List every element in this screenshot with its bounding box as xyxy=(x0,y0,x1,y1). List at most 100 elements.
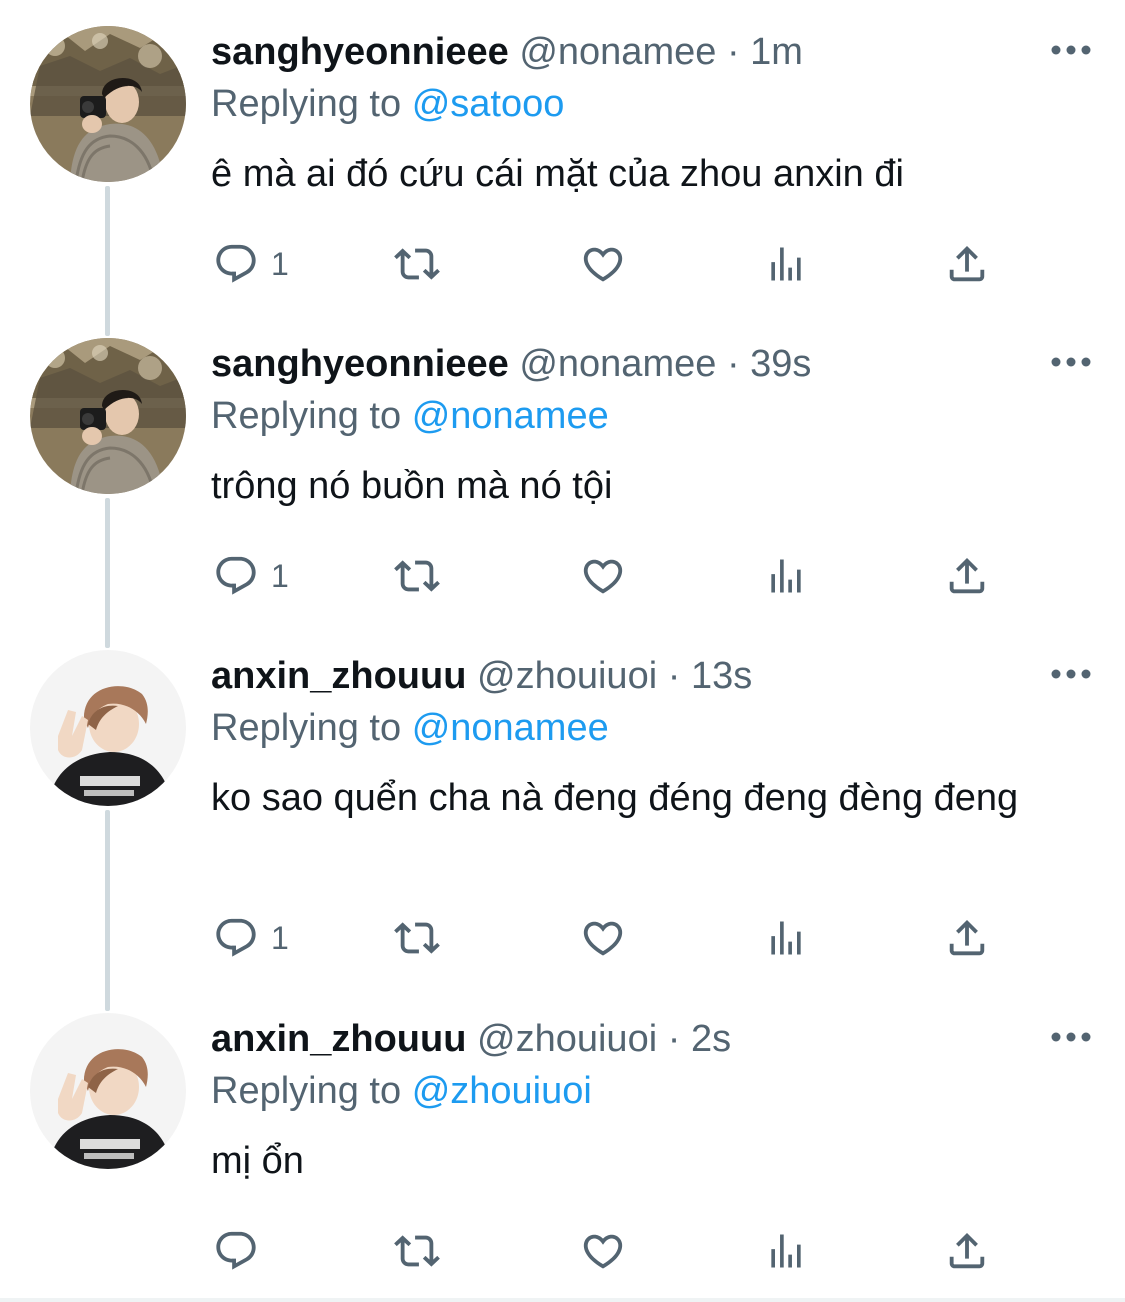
views-button[interactable] xyxy=(764,1221,808,1281)
tweet[interactable]: anxin_zhouuu @zhouiuoi · 13s Replying to… xyxy=(0,624,1125,1011)
views-icon xyxy=(764,915,808,961)
tweet-text: trông nó buồn mà nó tội xyxy=(211,465,613,507)
tweet-header: sanghyeonnieee @nonamee · 1m xyxy=(211,26,1095,78)
more-icon[interactable] xyxy=(1049,1027,1093,1047)
reply-button[interactable] xyxy=(213,1221,271,1281)
reply-button[interactable]: 1 xyxy=(213,234,289,294)
retweet-icon xyxy=(389,915,445,961)
more-icon[interactable] xyxy=(1049,352,1093,372)
more-icon[interactable] xyxy=(1049,664,1093,684)
share-icon xyxy=(944,241,990,287)
replying-to: Replying to @zhouiuoi xyxy=(211,1065,1095,1117)
tweet-text: ko sao quển cha nà đeng đéng đeng đèng đ… xyxy=(211,777,1019,819)
tweet-text: mị ổn xyxy=(211,1140,304,1182)
user-handle[interactable]: @zhouiuoi xyxy=(477,1018,657,1060)
more-icon[interactable] xyxy=(1049,40,1093,60)
timestamp[interactable]: 13s xyxy=(691,655,752,697)
tweet-content: anxin_zhouuu @zhouiuoi · 13s Replying to… xyxy=(211,650,1095,824)
retweet-icon xyxy=(389,241,445,287)
tweet-content: anxin_zhouuu @zhouiuoi · 2s Replying to … xyxy=(211,1013,1095,1187)
display-name[interactable]: sanghyeonnieee xyxy=(211,31,509,73)
replying-to-prefix: Replying to xyxy=(211,395,402,437)
like-icon xyxy=(579,1228,627,1274)
user-handle[interactable]: @nonamee xyxy=(519,343,716,385)
reply-icon xyxy=(213,1228,259,1274)
like-icon xyxy=(579,915,627,961)
timestamp[interactable]: 39s xyxy=(750,343,811,385)
views-button[interactable] xyxy=(764,546,808,606)
retweet-icon xyxy=(389,553,445,599)
thread-connector xyxy=(105,810,110,1011)
display-name[interactable]: anxin_zhouuu xyxy=(211,655,466,697)
tweet-header: anxin_zhouuu @zhouiuoi · 2s xyxy=(211,1013,1095,1065)
like-button[interactable] xyxy=(579,908,627,968)
replying-to-prefix: Replying to xyxy=(211,83,402,125)
tweet[interactable]: sanghyeonnieee @nonamee · 39s Replying t… xyxy=(0,312,1125,648)
reply-icon xyxy=(213,915,259,961)
reply-icon xyxy=(213,241,259,287)
user-handle[interactable]: @nonamee xyxy=(519,31,716,73)
reply-button[interactable]: 1 xyxy=(213,908,289,968)
replying-to-link[interactable]: @zhouiuoi xyxy=(412,1070,592,1112)
views-icon xyxy=(764,241,808,287)
action-bar xyxy=(211,1221,1031,1281)
retweet-button[interactable] xyxy=(389,1221,445,1281)
replying-to-prefix: Replying to xyxy=(211,1070,402,1112)
reply-thread: sanghyeonnieee @nonamee · 1m Replying to… xyxy=(0,0,1125,1302)
avatar[interactable] xyxy=(30,650,186,806)
like-button[interactable] xyxy=(579,546,627,606)
avatar[interactable] xyxy=(30,1013,186,1169)
timestamp[interactable]: 1m xyxy=(750,31,803,73)
replying-to: Replying to @nonamee xyxy=(211,702,1095,754)
action-bar: 1 xyxy=(211,546,1031,606)
tweet[interactable]: sanghyeonnieee @nonamee · 1m Replying to… xyxy=(0,0,1125,336)
display-name[interactable]: sanghyeonnieee xyxy=(211,343,509,385)
like-icon xyxy=(579,241,627,287)
reply-icon xyxy=(213,553,259,599)
like-icon xyxy=(579,553,627,599)
replying-to-link[interactable]: @nonamee xyxy=(412,707,609,749)
tweet-header: anxin_zhouuu @zhouiuoi · 13s xyxy=(211,650,1095,702)
like-button[interactable] xyxy=(579,1221,627,1281)
share-button[interactable] xyxy=(944,1221,990,1281)
retweet-icon xyxy=(389,1228,445,1274)
share-button[interactable] xyxy=(944,234,990,294)
retweet-button[interactable] xyxy=(389,546,445,606)
reply-count: 1 xyxy=(271,919,289,956)
reply-button[interactable]: 1 xyxy=(213,546,289,606)
action-bar: 1 xyxy=(211,234,1031,294)
tweet-text: ê mà ai đó cứu cái mặt của zhou anxin đi xyxy=(211,153,904,195)
replying-to-link[interactable]: @satooo xyxy=(412,83,565,125)
views-icon xyxy=(764,1228,808,1274)
action-bar: 1 xyxy=(211,908,1031,968)
avatar[interactable] xyxy=(30,26,186,182)
views-icon xyxy=(764,553,808,599)
tweet-header: sanghyeonnieee @nonamee · 39s xyxy=(211,338,1095,390)
display-name[interactable]: anxin_zhouuu xyxy=(211,1018,466,1060)
share-icon xyxy=(944,1228,990,1274)
reply-count: 1 xyxy=(271,557,289,594)
tweet-content: sanghyeonnieee @nonamee · 1m Replying to… xyxy=(211,26,1095,200)
timestamp[interactable]: 2s xyxy=(691,1018,731,1060)
share-button[interactable] xyxy=(944,546,990,606)
separator-dot: · xyxy=(667,1018,681,1060)
share-icon xyxy=(944,915,990,961)
replying-to-link[interactable]: @nonamee xyxy=(412,395,609,437)
retweet-button[interactable] xyxy=(389,234,445,294)
replying-to: Replying to @satooo xyxy=(211,78,1095,130)
reply-count: 1 xyxy=(271,245,289,282)
replying-to-prefix: Replying to xyxy=(211,707,402,749)
avatar[interactable] xyxy=(30,338,186,494)
user-handle[interactable]: @zhouiuoi xyxy=(477,655,657,697)
tweet[interactable]: anxin_zhouuu @zhouiuoi · 2s Replying to … xyxy=(0,987,1125,1302)
views-button[interactable] xyxy=(764,234,808,294)
retweet-button[interactable] xyxy=(389,908,445,968)
views-button[interactable] xyxy=(764,908,808,968)
separator-dot: · xyxy=(726,343,740,385)
separator-dot: · xyxy=(667,655,681,697)
bottom-divider xyxy=(0,1298,1125,1302)
separator-dot: · xyxy=(726,31,740,73)
tweet-content: sanghyeonnieee @nonamee · 39s Replying t… xyxy=(211,338,1095,512)
share-button[interactable] xyxy=(944,908,990,968)
like-button[interactable] xyxy=(579,234,627,294)
